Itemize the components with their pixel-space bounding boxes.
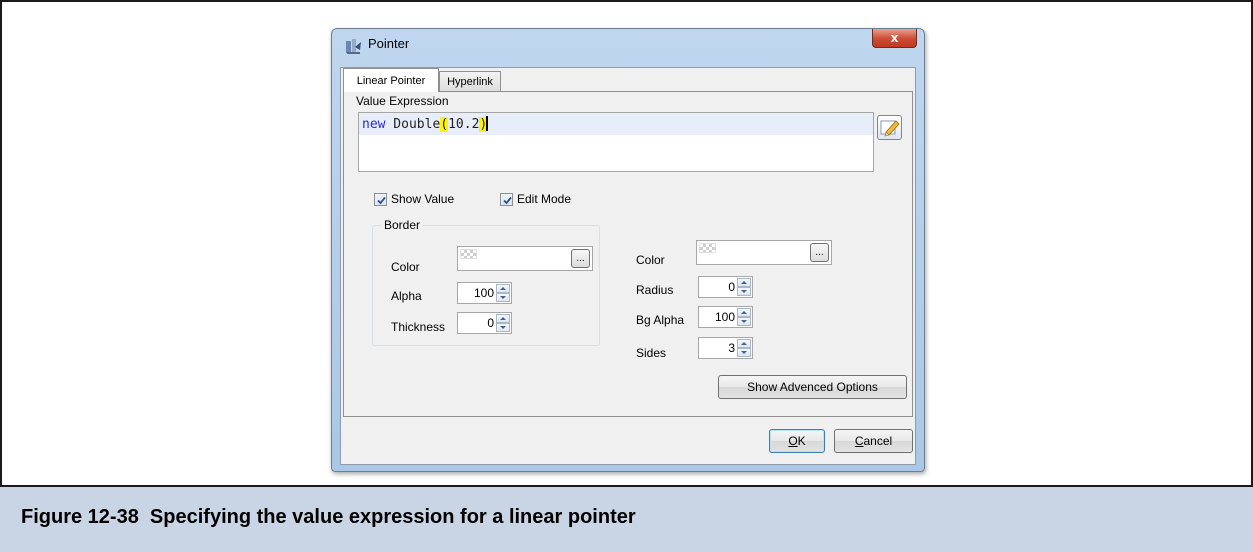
spin-up-icon[interactable]: [737, 339, 751, 348]
sides-spin-buttons: [737, 339, 751, 357]
radius-spinner[interactable]: 0: [698, 276, 753, 298]
spin-up-icon[interactable]: [496, 284, 510, 293]
tab-linear-pointer[interactable]: Linear Pointer: [343, 68, 439, 92]
ok-button[interactable]: OK: [769, 429, 825, 453]
checkmark-icon: [503, 196, 512, 205]
spin-down-icon[interactable]: [737, 348, 751, 357]
cancel-label: Cancel: [854, 434, 893, 448]
cancel-button[interactable]: Cancel: [834, 429, 913, 453]
ok-label: OK: [788, 434, 806, 448]
tab-linear-pointer-label: Linear Pointer: [356, 74, 426, 87]
spin-down-icon[interactable]: [496, 323, 510, 332]
radius-label: Radius: [636, 283, 674, 297]
value-expression-label: Value Expression: [356, 94, 449, 108]
alpha-spinner[interactable]: 100: [457, 282, 512, 304]
alpha-value: 100: [473, 286, 494, 300]
expression-class: Double: [385, 117, 441, 132]
color-label: Color: [636, 253, 665, 267]
tab-hyperlink[interactable]: Hyperlink: [439, 71, 501, 92]
figure-caption: Figure 12-38 Specifying the value expres…: [21, 506, 636, 528]
spin-up-icon[interactable]: [737, 308, 751, 317]
figure-caption-bar: Figure 12-38 Specifying the value expres…: [0, 485, 1253, 552]
value-expression-editor[interactable]: new Double(10.2): [358, 112, 874, 172]
thickness-value: 0: [487, 316, 494, 330]
radius-spin-buttons: [737, 278, 751, 296]
app-icon: [346, 39, 361, 54]
color-swatch: [699, 243, 716, 253]
border-color-picker-button[interactable]: ...: [571, 249, 590, 268]
expression-open-paren: (: [440, 117, 449, 132]
show-value-checkbox[interactable]: [374, 193, 387, 206]
border-color-swatch: [460, 249, 477, 259]
pencil-edit-icon: [880, 120, 900, 137]
radius-value: 0: [728, 280, 735, 294]
thickness-spinner[interactable]: 0: [457, 312, 512, 334]
color-field[interactable]: ...: [696, 240, 832, 265]
pointer-dialog: Pointer x Linear Pointer Hyperlink Value…: [331, 28, 925, 472]
spin-up-icon[interactable]: [496, 314, 510, 323]
border-color-field[interactable]: ...: [457, 246, 593, 271]
text-caret: [486, 116, 489, 131]
show-advanced-options-button[interactable]: Show Advenced Options: [718, 375, 907, 399]
dialog-client-area: Linear Pointer Hyperlink Value Expressio…: [340, 67, 916, 465]
bg-alpha-spinner[interactable]: 100: [698, 306, 753, 328]
edit-mode-checkbox[interactable]: [500, 193, 513, 206]
dialog-title: Pointer: [368, 36, 410, 51]
border-group-title: Border: [381, 218, 424, 232]
show-value-label: Show Value: [391, 192, 455, 206]
show-advanced-options-label: Show Advenced Options: [747, 380, 878, 394]
tab-hyperlink-label: Hyperlink: [447, 76, 493, 88]
expression-keyword: new: [362, 117, 386, 132]
alpha-spin-buttons: [496, 284, 510, 302]
border-color-label: Color: [391, 260, 420, 274]
sides-label: Sides: [636, 346, 667, 360]
sides-value: 3: [728, 341, 735, 355]
expression-text: new Double(10.2): [362, 116, 489, 132]
expression-builder-button[interactable]: [877, 115, 902, 140]
spin-down-icon[interactable]: [496, 293, 510, 302]
spin-up-icon[interactable]: [737, 278, 751, 287]
spin-down-icon[interactable]: [737, 287, 751, 296]
bg-alpha-spin-buttons: [737, 308, 751, 326]
spin-down-icon[interactable]: [737, 317, 751, 326]
thickness-spin-buttons: [496, 314, 510, 332]
bg-alpha-label: Bg Alpha: [636, 313, 685, 327]
alpha-label: Alpha: [391, 289, 422, 303]
color-picker-button[interactable]: ...: [810, 243, 829, 262]
title-bar[interactable]: Pointer x: [332, 29, 924, 61]
expression-number: 10.2: [448, 117, 480, 132]
close-button[interactable]: x: [872, 29, 917, 48]
checkmark-icon: [377, 196, 386, 205]
thickness-label: Thickness: [391, 320, 446, 334]
bg-alpha-value: 100: [714, 310, 735, 324]
edit-mode-label: Edit Mode: [517, 192, 572, 206]
linear-pointer-panel: Value Expression new Double(10.2) Show V…: [343, 91, 913, 417]
sides-spinner[interactable]: 3: [698, 337, 753, 359]
close-icon: x: [890, 31, 899, 45]
